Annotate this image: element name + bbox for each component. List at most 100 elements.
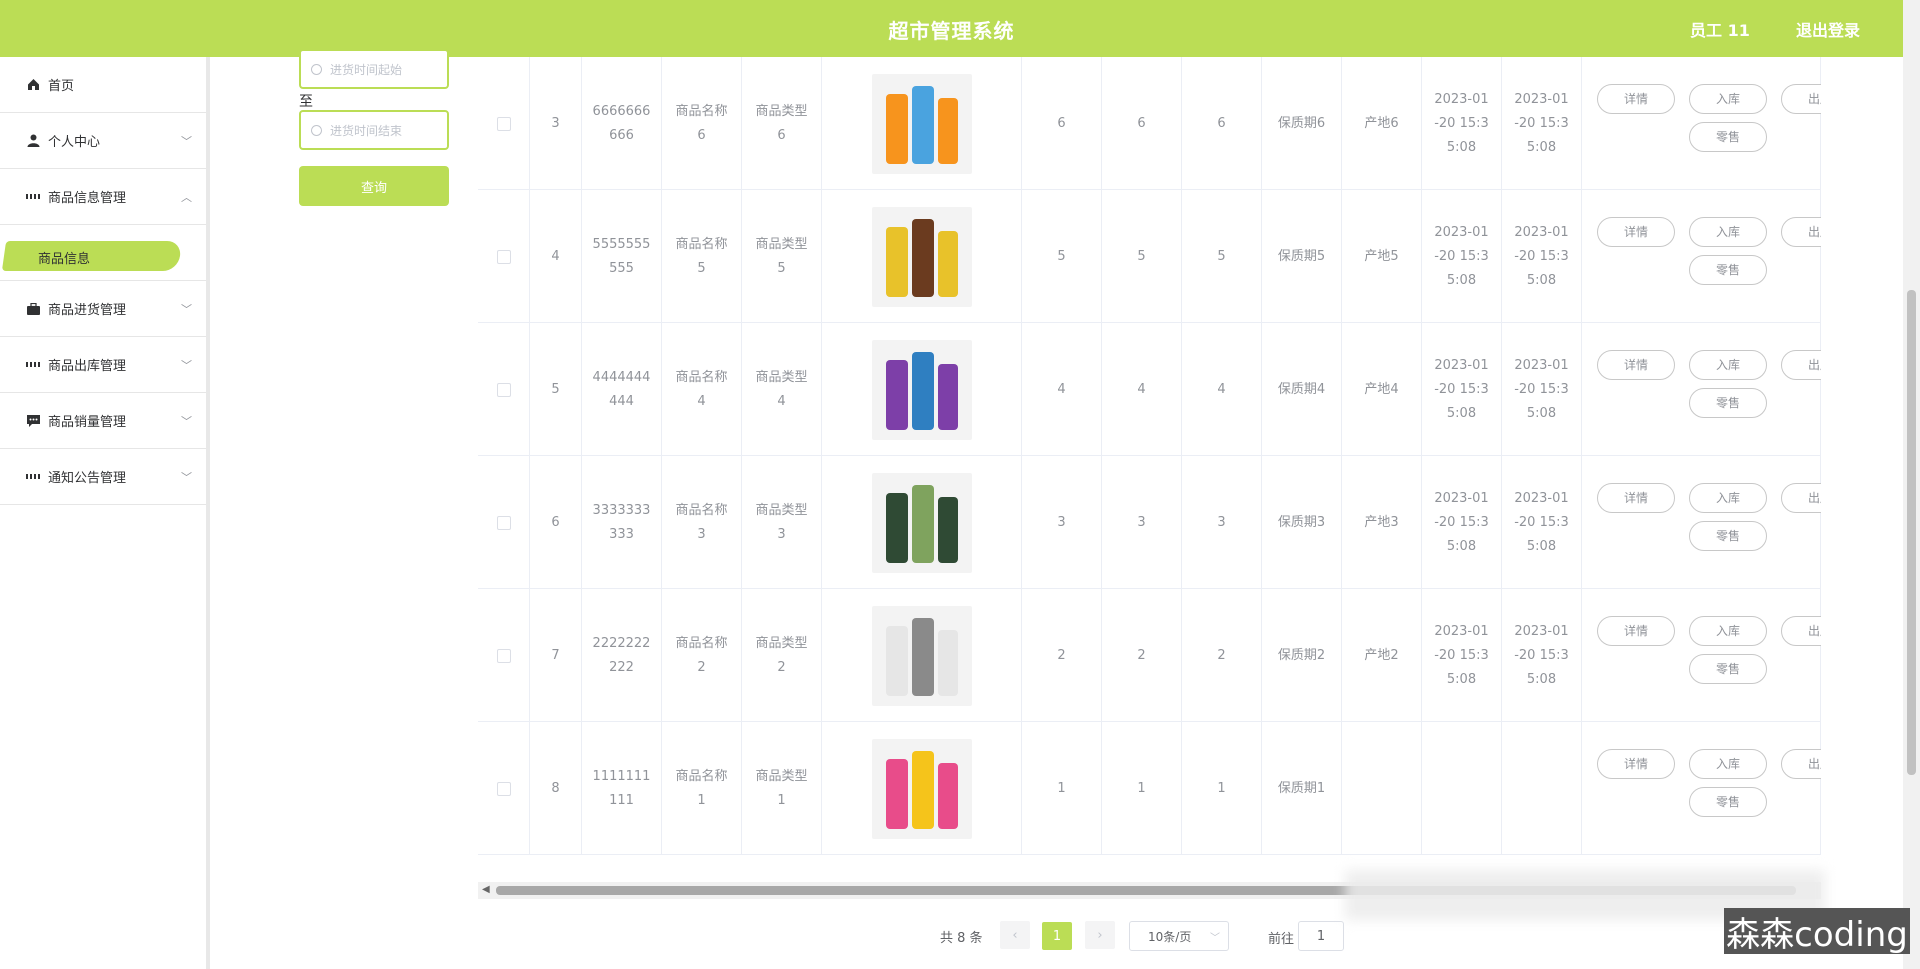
row-checkbox[interactable]	[496, 382, 511, 397]
code-cell: 5555555 555	[582, 190, 662, 323]
type-line1: 商品类型	[755, 502, 808, 518]
stock-in-button[interactable]: 入库	[1689, 749, 1767, 779]
page-size-select[interactable]: 10条/页 ﹀	[1129, 921, 1229, 951]
qty1-cell: 4	[1022, 323, 1102, 456]
name-line2: 5	[697, 260, 706, 276]
qty2-cell: 3	[1102, 456, 1182, 589]
qty2-value: 5	[1137, 248, 1146, 264]
row-checkbox[interactable]	[496, 116, 511, 131]
stock-out-button[interactable]: 出库	[1781, 350, 1821, 380]
prev-page-button[interactable]: ‹	[1000, 921, 1030, 949]
page-vertical-scrollbar[interactable]	[1903, 0, 1920, 969]
row-checkbox[interactable]	[496, 781, 511, 796]
sidebar-item-purchase[interactable]: 商品进货管理 ﹀	[0, 281, 206, 337]
sidebar-item-notice[interactable]: 通知公告管理 ﹀	[0, 449, 206, 505]
shelf-life-cell: 保质期1	[1262, 722, 1342, 855]
sidebar-item-outbound[interactable]: 商品出库管理 ﹀	[0, 337, 206, 393]
name-line1: 商品名称	[675, 369, 728, 385]
stock-out-button[interactable]: 出库	[1781, 217, 1821, 247]
origin-value: 产地2	[1364, 647, 1399, 663]
sidebar-subitem-product-info[interactable]: 商品信息	[38, 248, 90, 267]
stock-out-button[interactable]: 出库	[1781, 483, 1821, 513]
sidebar-item-product-info[interactable]: 商品信息管理 ︿	[0, 169, 206, 225]
sidebar-item-personal-center[interactable]: 个人中心 ﹀	[0, 113, 206, 169]
name-line1: 商品名称	[675, 236, 728, 252]
row-checkbox[interactable]	[496, 648, 511, 663]
page-size-value: 10条/页	[1148, 929, 1192, 944]
sidebar-submenu: 商品信息	[0, 231, 206, 281]
logout-button[interactable]: 退出登录	[1796, 17, 1860, 41]
stock-in-button[interactable]: 入库	[1689, 616, 1767, 646]
qty1-cell: 6	[1022, 57, 1102, 190]
row-checkbox[interactable]	[496, 249, 511, 264]
time2-line3: 5:08	[1526, 671, 1557, 687]
time1-line3: 5:08	[1446, 139, 1477, 155]
detail-button[interactable]: 详情	[1597, 616, 1675, 646]
type-cell: 商品类型 4	[742, 323, 822, 456]
shelf-life-value: 保质期5	[1277, 248, 1326, 264]
id-cell: 6	[530, 456, 582, 589]
stock-out-button[interactable]: 出库	[1781, 749, 1821, 779]
sidebar-item-label: 商品进货管理	[48, 303, 127, 318]
actions-cell: 详情入库出库零售	[1582, 57, 1821, 190]
origin-cell: 产地3	[1342, 456, 1422, 589]
qty3-cell: 1	[1182, 722, 1262, 855]
query-button[interactable]: 查询	[299, 166, 449, 206]
qty1-cell: 2	[1022, 589, 1102, 722]
stock-out-button[interactable]: 出库	[1781, 84, 1821, 114]
time1-line3: 5:08	[1446, 272, 1477, 288]
time2-line3: 5:08	[1526, 538, 1557, 554]
retail-button[interactable]: 零售	[1689, 654, 1767, 684]
id-cell: 8	[530, 722, 582, 855]
detail-button[interactable]: 详情	[1597, 483, 1675, 513]
end-date-input[interactable]: 进货时间结束	[299, 110, 449, 150]
name-line2: 6	[697, 127, 706, 143]
detail-button[interactable]: 详情	[1597, 749, 1675, 779]
image-cell	[822, 323, 1022, 456]
time1-line2: -20 15:3	[1434, 248, 1489, 264]
type-line1: 商品类型	[755, 369, 808, 385]
stock-in-button[interactable]: 入库	[1689, 84, 1767, 114]
stock-in-button[interactable]: 入库	[1689, 217, 1767, 247]
type-cell: 商品类型 3	[742, 456, 822, 589]
page-number-current[interactable]: 1	[1042, 922, 1072, 950]
time1-line1: 2023-01	[1434, 357, 1489, 373]
stock-out-button[interactable]: 出库	[1781, 616, 1821, 646]
id-cell: 4	[530, 190, 582, 323]
code-line1: 6666666	[592, 103, 651, 119]
row-checkbox-cell	[478, 722, 530, 855]
actions-cell: 详情入库出库零售	[1582, 190, 1821, 323]
qty1-value: 2	[1057, 647, 1066, 663]
stock-in-button[interactable]: 入库	[1689, 350, 1767, 380]
qty3-value: 1	[1217, 780, 1226, 796]
row-checkbox-cell	[478, 589, 530, 722]
actions-cell: 详情入库出库零售	[1582, 589, 1821, 722]
row-checkbox[interactable]	[496, 515, 511, 530]
code-line1: 5555555	[592, 236, 651, 252]
product-image-skincare-bottles-white	[871, 605, 972, 706]
name-line1: 商品名称	[675, 635, 728, 651]
time2-cell: 2023-01 -20 15:3 5:08	[1502, 323, 1582, 456]
detail-button[interactable]: 详情	[1597, 84, 1675, 114]
stock-in-button[interactable]: 入库	[1689, 483, 1767, 513]
sidebar-item-home[interactable]: 首页	[0, 57, 206, 113]
start-date-input[interactable]: 进货时间起始	[299, 49, 449, 89]
retail-button[interactable]: 零售	[1689, 388, 1767, 418]
table-row: 6 3333333 333 商品名称 3 商品类型 3 3 3 3 保质期3 产地3 2023-01 -2…	[478, 456, 1821, 589]
detail-button[interactable]: 详情	[1597, 217, 1675, 247]
home-icon	[26, 78, 40, 92]
row-checkbox-cell	[478, 323, 530, 456]
retail-button[interactable]: 零售	[1689, 122, 1767, 152]
next-page-button[interactable]: ›	[1085, 921, 1115, 949]
code-line1: 2222222	[592, 635, 651, 651]
sidebar-item-sales[interactable]: 商品销量管理 ﹀	[0, 393, 206, 449]
goto-page-input[interactable]: 1	[1298, 921, 1344, 951]
vertical-scrollbar-thumb[interactable]	[1907, 290, 1916, 775]
detail-button[interactable]: 详情	[1597, 350, 1675, 380]
scroll-left-arrow-icon[interactable]: ◀	[482, 884, 490, 895]
grid-icon	[26, 190, 40, 204]
time2-line2: -20 15:3	[1514, 647, 1569, 663]
retail-button[interactable]: 零售	[1689, 255, 1767, 285]
retail-button[interactable]: 零售	[1689, 521, 1767, 551]
retail-button[interactable]: 零售	[1689, 787, 1767, 817]
